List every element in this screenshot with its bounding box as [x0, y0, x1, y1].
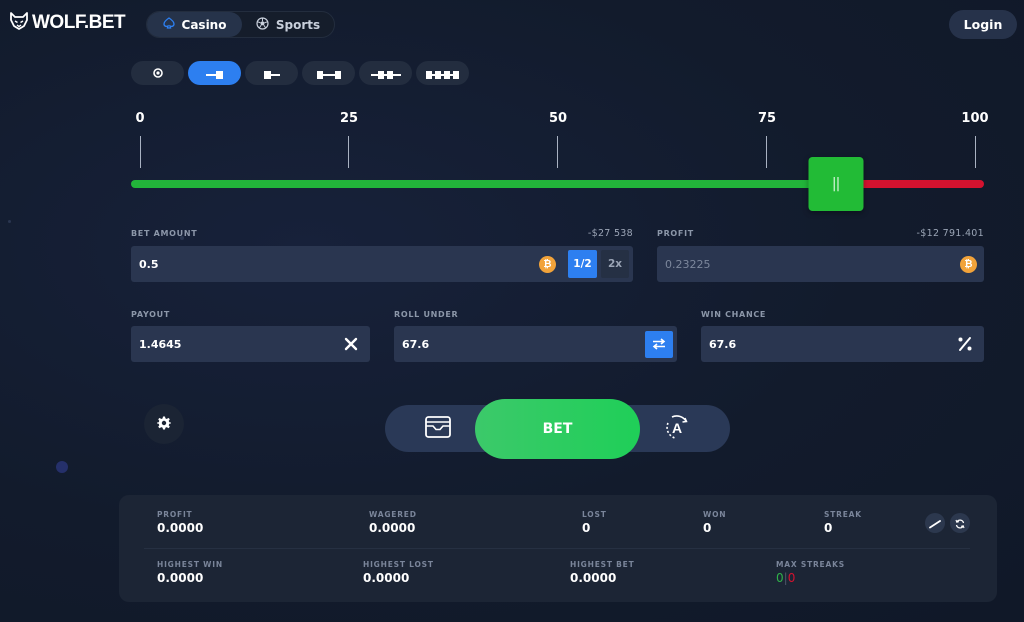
bet-amount-input[interactable]: 0.5	[131, 258, 539, 271]
bet-button[interactable]: BET	[475, 399, 640, 459]
win-chance-input[interactable]: 67.6	[701, 338, 952, 351]
mode-target-button[interactable]	[131, 61, 184, 85]
max-win-streak: 0	[776, 571, 784, 585]
swap-arrows-icon	[652, 335, 666, 354]
product-switcher: Casino Sports	[146, 11, 335, 38]
slider-tick-label: 0	[135, 111, 145, 126]
bitcoin-icon: ₿	[960, 255, 977, 273]
autobet-icon: A	[663, 413, 691, 445]
payout-field: 1.4645	[131, 326, 370, 362]
range-outside-icon	[370, 64, 401, 83]
slider-tick-label: 75	[757, 111, 777, 126]
stat-max-streaks-label: MAX STREAKS	[776, 560, 845, 569]
stat-streak-label: STREAK	[824, 510, 862, 519]
half-bet-button[interactable]: 1/2	[568, 250, 597, 278]
roll-under-field: 67.6	[394, 326, 677, 362]
max-loss-streak: 0	[787, 571, 796, 585]
mode-roll-under-button[interactable]	[188, 61, 241, 85]
dice-mode-selector	[131, 61, 469, 85]
profit-usd: -$12 791.401	[916, 228, 984, 239]
slider-tick-label: 100	[961, 111, 989, 126]
reset-stats-button[interactable]	[950, 513, 970, 533]
profit-field: 0.23225 ₿	[657, 246, 984, 282]
wallet-icon	[425, 415, 451, 442]
profit-output: 0.23225	[665, 257, 711, 271]
slider-win-track[interactable]	[131, 180, 836, 188]
slider-handle[interactable]: ||	[808, 157, 864, 211]
stat-won-label: WON	[703, 510, 727, 519]
stat-wagered-label: WAGERED	[369, 510, 417, 519]
roll-over-icon	[263, 64, 281, 83]
mode-range-inside-button[interactable]	[302, 61, 355, 85]
tab-sports[interactable]: Sports	[242, 12, 334, 37]
payout-input[interactable]: 1.4645	[131, 338, 338, 351]
stat-max-streaks-value: 0|0	[776, 571, 795, 585]
logo[interactable]: WOLF.BET	[9, 12, 126, 34]
svg-text:A: A	[672, 420, 682, 436]
stats-divider	[144, 548, 970, 549]
stat-highest-lost-value: 0.0000	[363, 571, 410, 585]
stat-streak-value: 0	[824, 521, 833, 535]
soccer-ball-icon	[256, 16, 269, 33]
bet-amount-field: 0.5 ₿ 1/2 2x	[131, 246, 633, 282]
manual-bet-button[interactable]	[418, 405, 458, 452]
range-inside-icon	[316, 64, 341, 83]
stat-highest-win-value: 0.0000	[157, 571, 204, 585]
grip-icon: ||	[831, 176, 841, 192]
logo-text: WOLF.BET	[32, 12, 126, 33]
double-bet-button[interactable]: 2x	[601, 250, 629, 278]
background-dot	[56, 461, 68, 473]
refresh-icon	[955, 514, 965, 533]
mode-double-range-button[interactable]	[416, 61, 469, 85]
payout-label: PAYOUT	[131, 310, 171, 319]
gear-icon	[157, 415, 171, 434]
stat-highest-lost-label: HIGHEST LOST	[363, 560, 434, 569]
slider-tick-mark	[975, 136, 976, 168]
stat-profit-label: PROFIT	[157, 510, 193, 519]
slider-tick-label: 25	[339, 111, 359, 126]
stat-highest-win-label: HIGHEST WIN	[157, 560, 223, 569]
settings-button[interactable]	[144, 404, 184, 444]
mode-range-outside-button[interactable]	[359, 61, 412, 85]
slider-tick-mark	[348, 136, 349, 168]
tab-casino-label: Casino	[181, 17, 227, 32]
stat-lost-value: 0	[582, 521, 591, 535]
stat-highest-bet-value: 0.0000	[570, 571, 617, 585]
stat-won-value: 0	[703, 521, 712, 535]
slider-tick-label: 50	[548, 111, 568, 126]
roll-under-icon	[205, 64, 224, 83]
roll-under-label: ROLL UNDER	[394, 310, 459, 319]
bet-amount-usd: -$27 538	[587, 228, 633, 239]
stat-profit-value: 0.0000	[157, 521, 204, 535]
multiply-icon	[338, 331, 364, 357]
casino-spade-icon	[162, 17, 175, 32]
win-chance-field: 67.6	[701, 326, 984, 362]
slider-tick-mark	[557, 136, 558, 168]
roll-under-input[interactable]: 67.6	[394, 338, 645, 351]
show-chart-button[interactable]	[925, 513, 945, 533]
double-range-icon	[425, 64, 460, 83]
profit-label: PROFIT	[657, 229, 694, 238]
wolf-icon	[9, 12, 29, 34]
swap-roll-button[interactable]	[645, 330, 673, 358]
login-button[interactable]: Login	[949, 10, 1017, 39]
tab-casino[interactable]: Casino	[147, 12, 242, 37]
stat-highest-bet-label: HIGHEST BET	[570, 560, 635, 569]
stat-lost-label: LOST	[582, 510, 607, 519]
slider-tick-mark	[766, 136, 767, 168]
tab-sports-label: Sports	[275, 17, 321, 32]
auto-bet-button[interactable]: A	[657, 405, 697, 452]
background-dot	[8, 220, 11, 223]
bitcoin-icon: ₿	[539, 255, 556, 273]
target-icon	[152, 64, 164, 83]
slider-tick-mark	[140, 136, 141, 168]
mode-roll-over-button[interactable]	[245, 61, 298, 85]
win-chance-label: WIN CHANCE	[701, 310, 767, 319]
chart-line-icon	[929, 514, 941, 533]
percent-icon	[952, 331, 978, 357]
stat-wagered-value: 0.0000	[369, 521, 416, 535]
bet-amount-label: BET AMOUNT	[131, 229, 198, 238]
